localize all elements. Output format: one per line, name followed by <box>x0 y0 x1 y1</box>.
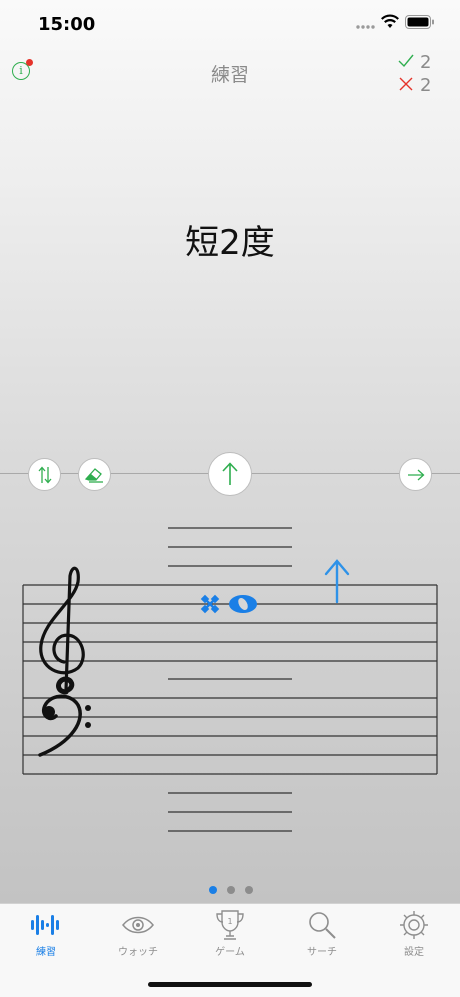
interval-prompt: 短2度 <box>185 223 275 263</box>
tab-settings-label: 設定 <box>404 947 424 958</box>
tab-game-label: ゲーム <box>215 947 245 958</box>
check-icon <box>398 52 420 73</box>
whole-note <box>229 595 257 613</box>
signal-icon <box>356 25 375 29</box>
swap-arrows-icon <box>38 466 51 483</box>
home-indicator <box>148 982 312 987</box>
status-time: 15:00 <box>38 14 96 35</box>
tab-settings[interactable]: 設定 <box>368 908 460 958</box>
wrong-value: 2 <box>420 75 432 96</box>
tab-search[interactable]: サーチ <box>276 908 368 958</box>
page-indicator[interactable] <box>209 879 263 898</box>
status-bar: 15:00 <box>0 0 460 50</box>
trophy-number: 1 <box>227 917 232 926</box>
waveform-icon <box>31 915 59 935</box>
grand-staff[interactable] <box>0 515 460 845</box>
tab-watch[interactable]: ウォッチ <box>92 908 184 958</box>
page-title: 練習 <box>210 64 249 86</box>
right-arrow-icon <box>407 469 424 480</box>
tab-search-label: サーチ <box>307 947 337 958</box>
eraser-icon <box>84 467 103 483</box>
correct-value: 2 <box>420 52 432 73</box>
next-button[interactable] <box>399 458 432 491</box>
submit-up-button[interactable] <box>208 452 252 496</box>
gear-icon <box>400 911 428 939</box>
direction-up-arrow-icon <box>324 559 350 604</box>
battery-icon <box>405 15 434 29</box>
tab-practice[interactable]: 練習 <box>0 908 92 958</box>
tab-game[interactable]: 1 ゲーム <box>184 908 276 958</box>
page-dot-2[interactable] <box>227 886 235 894</box>
bass-clef-icon <box>38 694 91 757</box>
eraser-button[interactable] <box>78 458 111 491</box>
up-arrow-icon <box>222 462 238 485</box>
tab-practice-label: 練習 <box>36 947 56 958</box>
cross-icon <box>398 75 420 96</box>
treble-clef-icon <box>39 566 85 695</box>
search-icon <box>309 912 336 939</box>
page-dot-1[interactable] <box>209 886 217 894</box>
screen: 15:00 i 練習 2 2 短2度 練習 ウォッチ 1 ゲーム サーチ 設定 <box>0 0 460 997</box>
tab-watch-label: ウォッチ <box>118 947 158 958</box>
trophy-icon: 1 <box>216 910 244 940</box>
correct-count: 2 <box>398 52 431 73</box>
swap-button[interactable] <box>28 458 61 491</box>
wrong-count: 2 <box>398 75 431 96</box>
page-dot-3[interactable] <box>245 886 253 894</box>
wifi-icon <box>381 14 399 28</box>
eye-icon <box>122 916 154 934</box>
